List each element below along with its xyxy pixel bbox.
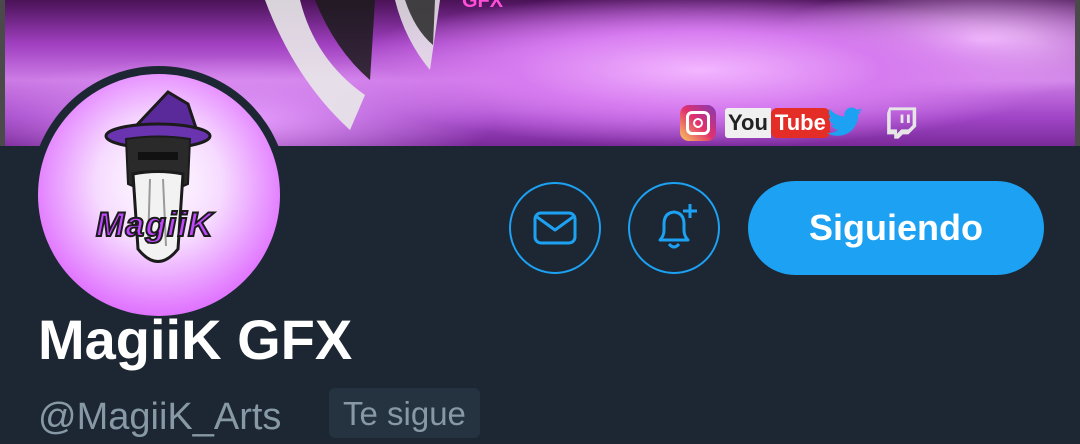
notifications-button[interactable] [628, 182, 720, 274]
avatar[interactable]: MagiiK [30, 66, 288, 324]
twitch-icon [885, 105, 921, 141]
bell-plus-icon [658, 204, 697, 249]
youtube-you-text: You [725, 108, 771, 138]
envelope-icon [533, 211, 577, 245]
instagram-icon [680, 105, 716, 141]
avatar-logo-text: MagiiK [95, 205, 214, 245]
wizard-mascot-icon [104, 90, 212, 263]
banner-edge [1075, 0, 1080, 146]
display-name: MagiiK GFX [38, 308, 353, 371]
avatar-image: MagiiK [38, 74, 280, 316]
follows-you-badge: Te sigue [329, 388, 480, 438]
user-handle: @MagiiK_Arts [38, 396, 282, 438]
youtube-tube-text: Tube [770, 108, 830, 138]
following-button[interactable]: Siguiendo [748, 181, 1044, 275]
banner-edge [0, 0, 5, 146]
message-button[interactable] [509, 182, 601, 274]
banner-logo-art [265, 0, 440, 130]
banner-gfx-text: GFX [462, 0, 504, 12]
youtube-logo: You Tube [725, 105, 830, 141]
twitter-bird-icon [825, 105, 867, 141]
